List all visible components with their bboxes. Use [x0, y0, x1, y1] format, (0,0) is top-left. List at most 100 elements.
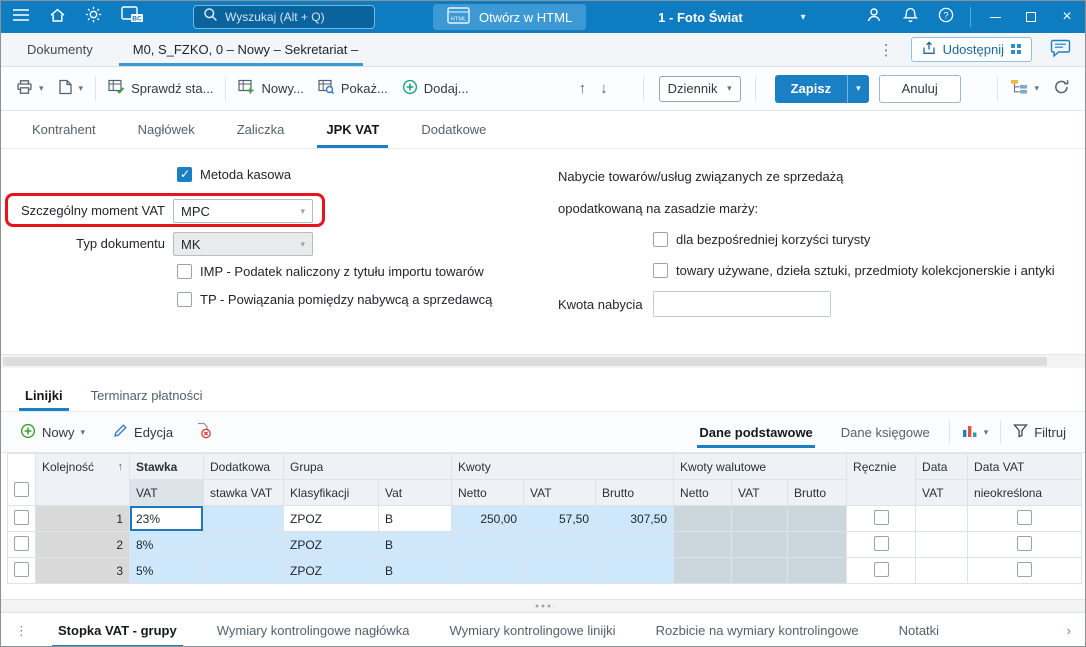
tab-dane-ksiegowe[interactable]: Dane księgowe: [827, 412, 944, 452]
subheader-w-brutto[interactable]: Brutto: [787, 479, 848, 506]
select-all-checkbox[interactable]: [7, 453, 36, 506]
form-horizontal-scrollbar[interactable]: [1, 354, 1085, 368]
add-button[interactable]: Dodaj...: [395, 74, 476, 104]
tab-linijki[interactable]: Linijki: [11, 380, 77, 411]
cell-w-netto[interactable]: [673, 557, 733, 584]
bottom-tab-wymiary-naglowka[interactable]: Wymiary kontrolingowe nagłówka: [197, 613, 430, 646]
notifications-button[interactable]: [892, 1, 928, 33]
move-up-button[interactable]: ↑: [572, 74, 594, 104]
bc-module-button[interactable]: BC: [111, 1, 153, 33]
cell-brutto[interactable]: 307,50: [595, 505, 675, 532]
hierarchy-button[interactable]: ▾: [1003, 74, 1046, 104]
table-horizontal-scrollbar[interactable]: [1, 599, 1085, 612]
chart-view-button[interactable]: ▾: [955, 417, 996, 447]
column-header-data-vat[interactable]: Data VAT: [967, 453, 1083, 480]
subheader-w-netto[interactable]: Netto: [673, 479, 733, 506]
cell-stawka[interactable]: 5%: [129, 557, 204, 584]
subheader-stawka-vat[interactable]: VAT: [129, 479, 204, 506]
new-document-button[interactable]: Nowy...: [231, 74, 310, 104]
column-header-data[interactable]: Data: [915, 453, 969, 480]
close-button[interactable]: ×: [1049, 1, 1085, 33]
subheader-brutto[interactable]: Brutto: [595, 479, 675, 506]
scroll-tabs-right-button[interactable]: ›: [1057, 613, 1081, 646]
bottom-tab-rozbicie[interactable]: Rozbicie na wymiary kontrolingowe: [636, 613, 879, 646]
cell-w-brutto[interactable]: [787, 557, 848, 584]
cell-netto[interactable]: [451, 557, 525, 584]
subheader-dodatkowa-stawka[interactable]: stawka VAT: [203, 479, 284, 506]
cell-dodatkowa[interactable]: [203, 505, 284, 532]
filter-button[interactable]: Filtruj: [1006, 417, 1073, 447]
feedback-chat-button[interactable]: [1045, 37, 1075, 63]
search-input[interactable]: [225, 10, 365, 24]
cell-data-vat[interactable]: [915, 505, 969, 532]
journal-select[interactable]: Dziennik ▾: [658, 75, 741, 102]
tab-active-document[interactable]: M0, S_FZKO, 0 – Nowy – Sekretariat – ...: [118, 33, 363, 66]
tab-dane-podstawowe[interactable]: Dane podstawowe: [685, 412, 826, 452]
refresh-button[interactable]: [1046, 74, 1077, 104]
column-header-grupa[interactable]: Grupa: [282, 453, 453, 480]
cell-vat-kwota[interactable]: [523, 531, 597, 558]
row-select-checkbox[interactable]: [7, 505, 36, 532]
subheader-nieokreslona[interactable]: nieokreślona: [967, 479, 1083, 506]
table-row[interactable]: 3 5% ZPOZ B: [7, 557, 1083, 584]
help-button[interactable]: ?: [928, 1, 964, 33]
scrollbar-thumb[interactable]: [3, 357, 1047, 366]
tab-terminarz-platnosci[interactable]: Terminarz płatności: [77, 380, 217, 411]
subheader-klasyfikacji[interactable]: Klasyfikacji: [283, 479, 379, 506]
cell-stawka-active[interactable]: 23%: [129, 505, 204, 532]
cell-vat[interactable]: B: [377, 557, 453, 584]
brightness-button[interactable]: [75, 1, 111, 33]
global-search-box[interactable]: [193, 5, 375, 29]
cell-w-netto[interactable]: [673, 531, 733, 558]
cell-recznie-checkbox[interactable]: [846, 505, 917, 532]
column-header-kolejnosc[interactable]: Kolejność ↑: [35, 453, 130, 506]
cell-w-vat[interactable]: [731, 531, 789, 558]
cell-w-brutto[interactable]: [787, 505, 848, 532]
main-menu-button[interactable]: [3, 1, 39, 33]
cell-nieokreslona-checkbox[interactable]: [967, 505, 1083, 532]
cell-brutto[interactable]: [595, 531, 675, 558]
minimize-button[interactable]: [977, 1, 1013, 33]
cell-w-brutto[interactable]: [787, 531, 848, 558]
share-button[interactable]: Udostępnij: [910, 37, 1032, 62]
delete-line-button[interactable]: [188, 417, 219, 447]
subheader-w-vat[interactable]: VAT: [731, 479, 789, 506]
cell-data-vat[interactable]: [915, 531, 969, 558]
row-select-checkbox[interactable]: [7, 557, 36, 584]
maximize-button[interactable]: [1013, 1, 1049, 33]
move-down-button[interactable]: ↓: [593, 74, 615, 104]
cell-grupa[interactable]: ZPOZ: [283, 531, 379, 558]
cell-grupa[interactable]: ZPOZ: [283, 505, 379, 532]
cell-vat-kwota[interactable]: [523, 557, 597, 584]
cell-vat[interactable]: B: [377, 531, 453, 558]
splitter-grip[interactable]: [534, 604, 554, 608]
kwota-nabycia-input[interactable]: [653, 291, 831, 317]
subheader-vat-kwota[interactable]: VAT: [523, 479, 597, 506]
column-header-kwoty[interactable]: Kwoty: [451, 453, 675, 480]
cell-brutto[interactable]: [595, 557, 675, 584]
cell-dodatkowa[interactable]: [203, 531, 284, 558]
cell-kolejnosc[interactable]: 1: [35, 505, 130, 532]
column-header-stawka[interactable]: Stawka: [129, 453, 204, 480]
tab-kontrahent[interactable]: Kontrahent: [11, 111, 117, 148]
home-button[interactable]: [39, 1, 75, 33]
user-account-button[interactable]: [856, 1, 892, 33]
bottom-tab-stopka-vat[interactable]: Stopka VAT - grupy: [38, 613, 197, 646]
cancel-button[interactable]: Anuluj: [878, 74, 961, 103]
row-select-checkbox[interactable]: [7, 531, 36, 558]
tp-checkbox[interactable]: TP - Powiązania pomiędzy nabywcą a sprze…: [177, 292, 492, 307]
export-button[interactable]: ▾: [51, 74, 91, 104]
tab-zaliczka[interactable]: Zaliczka: [216, 111, 306, 148]
save-button[interactable]: Zapisz ▾: [774, 74, 869, 103]
cell-recznie-checkbox[interactable]: [846, 557, 917, 584]
open-html-button[interactable]: HTML Otwórz w HTML: [433, 4, 587, 30]
check-status-button[interactable]: Sprawdź sta...: [101, 74, 220, 104]
subheader-vat[interactable]: Vat: [377, 479, 453, 506]
cell-data-vat[interactable]: [915, 557, 969, 584]
metoda-kasowa-checkbox[interactable]: Metoda kasowa: [177, 167, 291, 182]
column-header-recznie[interactable]: Ręcznie: [846, 453, 917, 506]
cell-netto[interactable]: [451, 531, 525, 558]
cell-recznie-checkbox[interactable]: [846, 531, 917, 558]
cell-w-vat[interactable]: [731, 557, 789, 584]
overflow-menu-icon[interactable]: ⋮: [875, 41, 898, 59]
